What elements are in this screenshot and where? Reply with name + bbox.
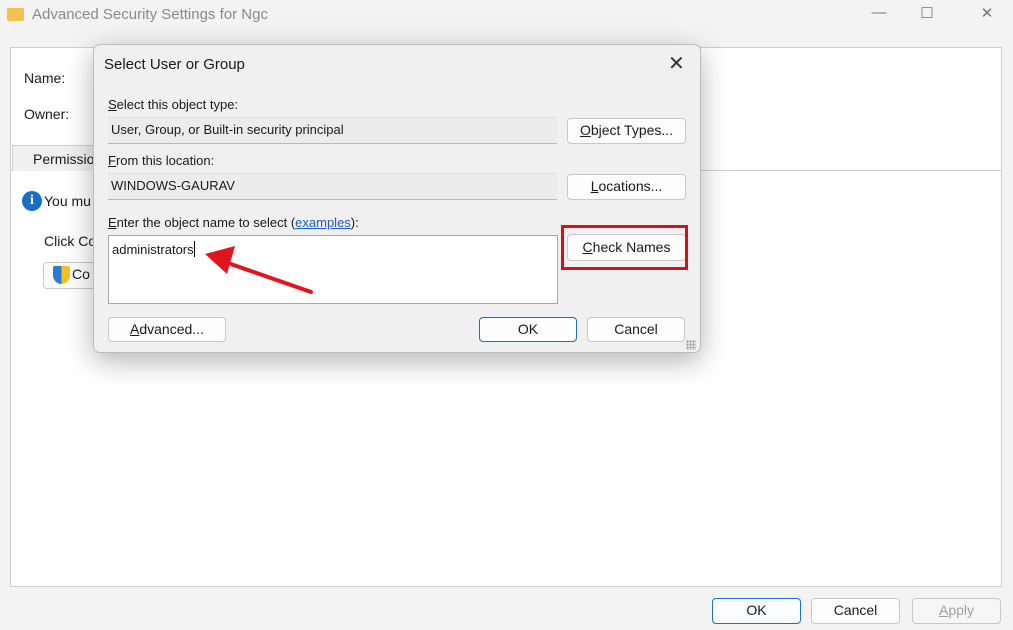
locations-button[interactable]: Locations... [567, 174, 686, 200]
arrow-head [205, 246, 235, 274]
object-name-value: administrators [112, 242, 194, 257]
enter-name-label: Enter the object name to select (example… [108, 215, 359, 230]
uac-shield-icon [53, 266, 70, 284]
click-text: Click Co [44, 233, 97, 249]
select-user-dialog: Select User or Group ✕ Select this objec… [93, 44, 701, 353]
location-field: WINDOWS-GAURAV [108, 173, 557, 200]
cancel-button[interactable]: Cancel [811, 598, 900, 624]
folder-icon [7, 8, 24, 21]
red-arrow-annotation [205, 246, 313, 294]
enter-name-label-text: Enter the object name to select ( [108, 215, 296, 230]
arrow-shaft [223, 260, 313, 294]
dialog-cancel-button[interactable]: Cancel [587, 317, 685, 342]
maximize-button[interactable]: ☐ [916, 4, 938, 26]
name-label: Name: [24, 70, 66, 86]
examples-link[interactable]: examples [295, 215, 351, 230]
apply-button[interactable]: Apply [912, 598, 1001, 624]
window-title: Advanced Security Settings for Ngc [32, 6, 268, 23]
tab-permissions[interactable]: Permissions [12, 145, 109, 171]
copy-button-label: Co [72, 266, 90, 282]
info-text: You mu [44, 193, 91, 209]
dialog-ok-button[interactable]: OK [479, 317, 577, 342]
info-icon: i [22, 191, 42, 211]
object-name-input[interactable]: administrators [108, 235, 558, 304]
resize-grip-icon[interactable] [686, 340, 696, 350]
ok-button[interactable]: OK [712, 598, 801, 624]
close-button[interactable]: ✕ [976, 4, 998, 26]
minimize-button[interactable]: — [868, 4, 890, 26]
location-label: From this location: [108, 153, 215, 168]
object-type-field: User, Group, or Built-in security princi… [108, 117, 557, 144]
object-type-label: Select this object type: [108, 97, 239, 112]
dialog-close-button[interactable]: ✕ [668, 51, 685, 76]
object-types-button[interactable]: Object Types... [567, 118, 686, 144]
check-names-highlight [561, 225, 688, 270]
owner-label: Owner: [24, 106, 70, 122]
advanced-button[interactable]: Advanced... [108, 317, 226, 342]
enter-name-label-end: ): [350, 215, 359, 230]
dialog-title: Select User or Group [104, 56, 245, 73]
